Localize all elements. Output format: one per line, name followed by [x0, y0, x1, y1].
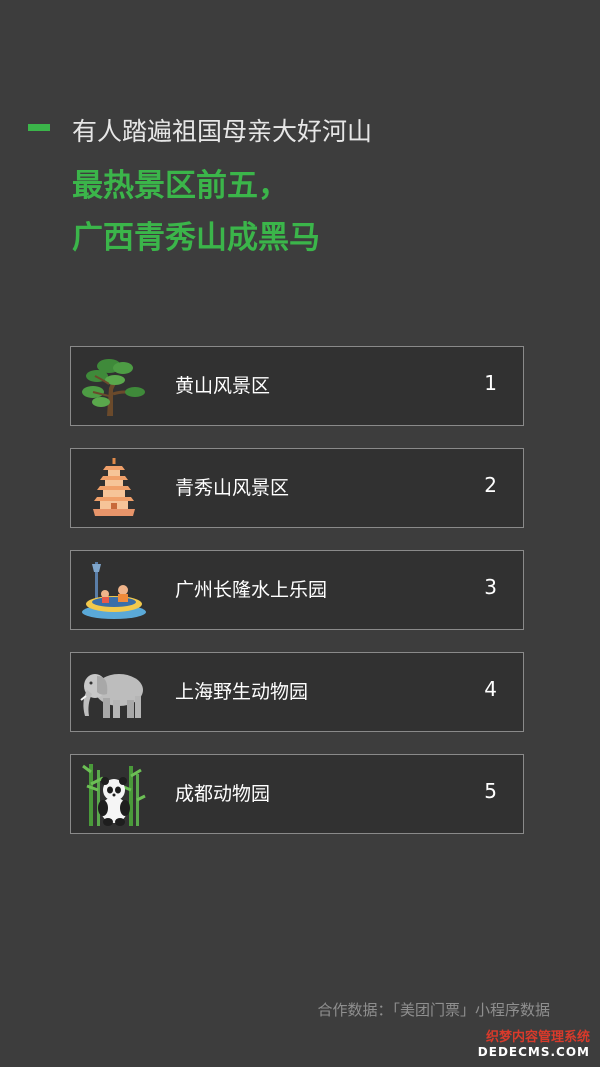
- ranking-item: 上海野生动物园 4: [70, 652, 524, 732]
- watermark: 织梦内容管理系统 DEDECMS.COM: [478, 1030, 590, 1060]
- page-subtitle: 有人踏遍祖国母亲大好河山: [72, 117, 373, 146]
- headline-line-1: 最热景区前五，: [72, 168, 289, 204]
- ranking-item-name: 广州长隆水上乐园: [175, 579, 328, 601]
- elephant-icon: [71, 653, 157, 731]
- ranking-item: 青秀山风景区 2: [70, 448, 524, 528]
- headline-line-2: 广西青秀山成黑马: [72, 220, 320, 256]
- pagoda-icon: [71, 449, 157, 527]
- ranking-item-number: 2: [484, 473, 497, 497]
- watermark-line-2: DEDECMS.COM: [477, 1045, 590, 1059]
- ranking-item: 广州长隆水上乐园 3: [70, 550, 524, 630]
- ranking-item-number: 3: [484, 575, 497, 599]
- watermark-line-1: 织梦内容管理系统: [485, 1030, 590, 1045]
- ranking-item-number: 5: [484, 779, 497, 803]
- ranking-item-name: 上海野生动物园: [175, 681, 309, 703]
- ranking-item-number: 1: [484, 371, 497, 395]
- ranking-list: 黄山风景区 1 青秀山风景区 2 广州长隆水上乐园 3 上海野生动物园 4 成都…: [70, 346, 524, 856]
- ranking-item-name: 黄山风景区: [175, 375, 271, 397]
- accent-bar: [28, 124, 50, 131]
- ranking-item: 成都动物园 5: [70, 754, 524, 834]
- ranking-item-name: 青秀山风景区: [175, 477, 290, 499]
- ranking-item-number: 4: [484, 677, 497, 701]
- ranking-item: 黄山风景区 1: [70, 346, 524, 426]
- data-source-note: 合作数据：「美团门票」小程序数据: [317, 1001, 550, 1019]
- pine-tree-icon: [71, 347, 157, 425]
- infographic-page: 有人踏遍祖国母亲大好河山 最热景区前五， 广西青秀山成黑马 黄山风景区 1 青秀…: [0, 0, 600, 1067]
- water-park-raft-icon: [71, 551, 157, 629]
- ranking-item-name: 成都动物园: [175, 783, 271, 805]
- panda-bamboo-icon: [71, 755, 157, 833]
